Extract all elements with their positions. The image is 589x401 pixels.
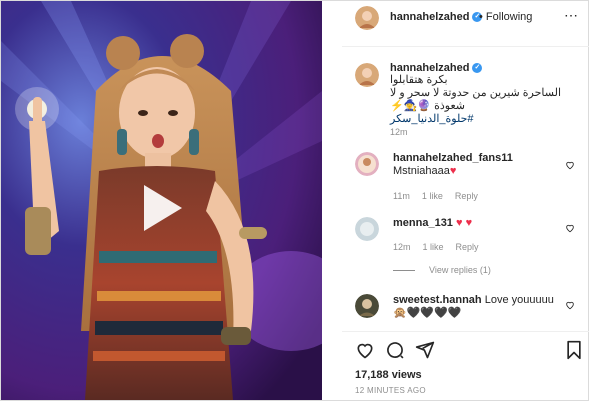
following-button[interactable]: Following	[486, 11, 532, 23]
bookmark-icon[interactable]	[564, 340, 584, 360]
comment-emoji: ♥ ♥	[456, 217, 473, 229]
author-avatar[interactable]	[355, 6, 379, 30]
caption-hashtag[interactable]: #حلوة_الدنيا_سكر	[390, 113, 580, 126]
comment-username[interactable]: sweetest.hannah	[393, 294, 482, 306]
comment-body: hannahelzahed_fans11 Mstniahaaa♥	[393, 152, 563, 178]
comment-like-heart-icon[interactable]	[565, 160, 575, 170]
post-header: hannahelzahed ✓ • Following ⋯	[342, 1, 589, 47]
caption-line-2: الساحرة شيرين من حدوتة لا سحر و لا	[390, 87, 561, 99]
share-icon[interactable]	[415, 340, 435, 360]
comment-avatar-image	[355, 152, 379, 176]
comment-likes[interactable]: 1 like	[422, 191, 443, 201]
comment-meta: 12m 1 like Reply	[393, 242, 491, 252]
separator-dot: •	[479, 11, 483, 23]
comment-avatar[interactable]	[355, 294, 379, 318]
heart-icon[interactable]	[355, 340, 375, 360]
post-time-ago[interactable]: 12 MINUTES AGO	[355, 386, 426, 395]
comment-reply-button[interactable]: Reply	[456, 242, 479, 252]
caption-text: بكرة هتقابلوا الساحرة شيرين من حدوتة لا …	[390, 74, 580, 126]
comment-emoji: 🙊🖤🖤🖤🖤	[393, 307, 462, 319]
post-video[interactable]	[1, 1, 322, 400]
comment-time[interactable]: 12m	[393, 242, 411, 252]
view-replies-button[interactable]: View replies (1)	[393, 265, 491, 275]
comment-text: Love youuuuu	[484, 294, 554, 306]
author-username[interactable]: hannahelzahed ✓	[390, 11, 483, 23]
caption-line-1: بكرة هتقابلوا	[390, 74, 448, 86]
verified-badge-icon: ✓	[472, 63, 483, 74]
author-username-text[interactable]: hannahelzahed	[390, 11, 469, 23]
caption-avatar-image	[355, 63, 379, 87]
comment-body: sweetest.hannah Love youuuuu 🙊🖤🖤🖤🖤	[393, 294, 563, 320]
comment-icon[interactable]	[385, 340, 405, 360]
comment-likes[interactable]: 1 like	[423, 242, 444, 252]
instagram-post: hannahelzahed ✓ • Following ⋯ hannahelzah…	[0, 0, 589, 401]
comment-username[interactable]: hannahelzahed_fans11	[393, 152, 513, 164]
comment-like-heart-icon[interactable]	[565, 300, 575, 310]
comment-username[interactable]: menna_131	[393, 217, 453, 229]
caption-line-3: شعوذة 🔮🧙‍♀️⚡	[390, 100, 466, 112]
comment-time[interactable]: 11m	[393, 191, 410, 201]
comment-meta: 11m 1 like Reply	[393, 191, 490, 201]
caption-timestamp[interactable]: 12m	[390, 127, 408, 137]
author-avatar-image	[355, 6, 379, 30]
comment-avatar[interactable]	[355, 217, 379, 241]
comment-avatar[interactable]	[355, 152, 379, 176]
comment-text: Mstniahaaa	[393, 165, 450, 177]
view-replies-line	[393, 270, 415, 272]
comment-body: menna_131 ♥ ♥	[393, 217, 563, 230]
caption-username-text[interactable]: hannahelzahed	[390, 62, 469, 74]
comment-avatar-image	[355, 294, 379, 318]
views-count[interactable]: 17,188 views	[355, 369, 422, 381]
post-side-panel: hannahelzahed ✓ • Following ⋯ hannahelzah…	[342, 1, 589, 400]
comment-reply-button[interactable]: Reply	[455, 191, 478, 201]
comment-like-heart-icon[interactable]	[565, 223, 575, 233]
post-actions: 17,188 views 12 MINUTES AGO	[342, 331, 589, 399]
comment-emoji: ♥	[449, 165, 457, 177]
caption-username[interactable]: hannahelzahed ✓	[390, 62, 483, 74]
view-replies-label[interactable]: View replies (1)	[429, 265, 491, 275]
more-options-icon[interactable]: ⋯	[564, 7, 579, 24]
follow-status[interactable]: • Following	[479, 11, 532, 23]
play-icon[interactable]	[132, 181, 186, 235]
comment-avatar-image	[355, 217, 379, 241]
caption-avatar[interactable]	[355, 63, 379, 87]
